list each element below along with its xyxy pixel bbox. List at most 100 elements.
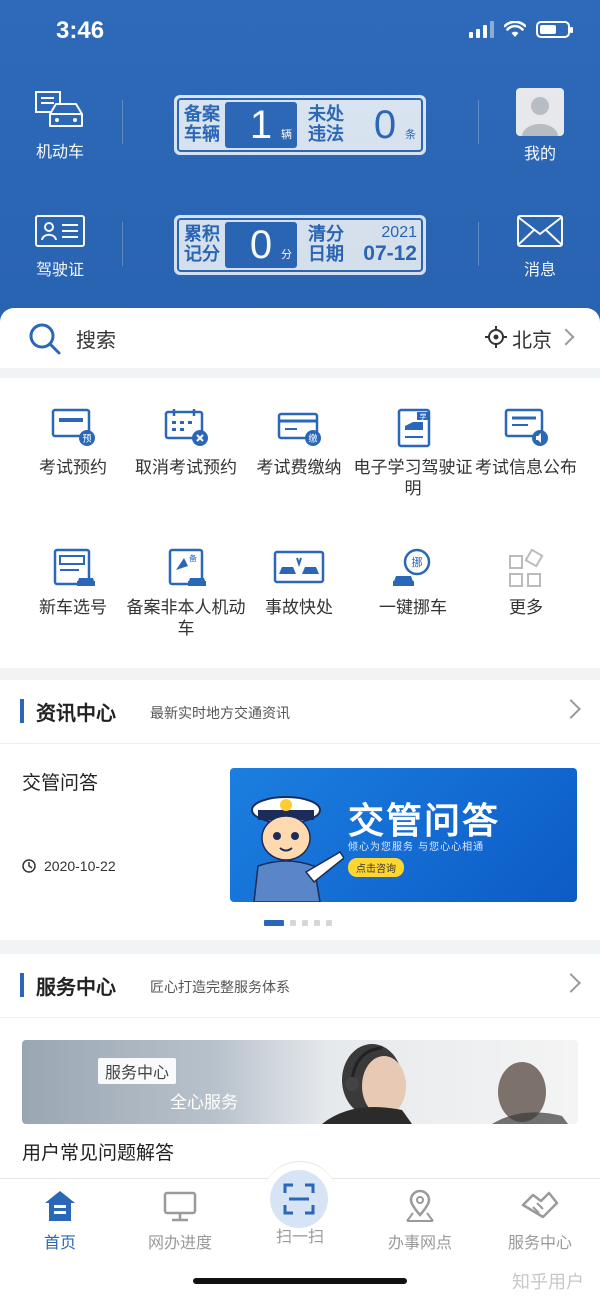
service-cancel-exam[interactable]: 取消考试预约	[126, 408, 246, 479]
vehicle-summary-plate[interactable]: 备案车辆 1 辆 未处违法 0 条	[174, 95, 426, 155]
points-value: 0	[249, 222, 273, 267]
service-label: 更多	[509, 598, 543, 618]
carousel-indicator	[264, 920, 332, 926]
tab-label: 办事网点	[387, 1233, 452, 1252]
registered-vehicles-label: 备案车辆	[184, 104, 220, 145]
scan-icon	[283, 1183, 315, 1215]
profile-label[interactable]: 我的	[500, 140, 580, 164]
status-time: 3:46	[56, 17, 105, 44]
service-e-learning[interactable]: 学 电子学习驾驶证明	[353, 408, 473, 500]
service-center-subtitle: 匠心打造完整服务体系	[150, 980, 290, 996]
home-indicator	[193, 1278, 407, 1284]
divider	[478, 222, 479, 266]
call-center-illustration-icon	[322, 1044, 568, 1124]
banner-title: 交管问答	[348, 801, 501, 842]
battery-icon	[536, 20, 573, 38]
location-icon	[485, 326, 507, 348]
service-center-header[interactable]: 服务中心 匠心打造完整服务体系	[0, 954, 600, 1018]
tab-progress[interactable]: 网办进度	[120, 1189, 240, 1253]
clear-date: 2021 07-12	[349, 224, 421, 266]
license-summary-plate[interactable]: 累积记分 0 分 清分日期 2021 07-12	[174, 215, 426, 275]
svg-text:学: 学	[420, 412, 427, 421]
svg-text:缴: 缴	[308, 433, 317, 445]
service-label: 考试预约	[39, 458, 107, 478]
service-more[interactable]: 更多	[466, 548, 586, 619]
home-icon	[45, 1191, 75, 1221]
avatar[interactable]	[516, 88, 564, 136]
search-icon	[29, 323, 61, 355]
news-item-title[interactable]: 交管问答	[22, 768, 98, 795]
tab-label: 服务中心	[507, 1233, 572, 1252]
service-banner-tag: 服务中心	[98, 1058, 177, 1084]
clear-year: 2021	[381, 224, 417, 241]
handshake-icon	[521, 1191, 559, 1219]
messages-button[interactable]: 消息	[500, 214, 580, 280]
svg-text:预: 预	[82, 434, 91, 445]
registered-count-box: 1 辆	[225, 102, 297, 148]
mail-icon	[517, 215, 563, 247]
accident-icon	[273, 550, 325, 584]
move-car-icon: 挪	[393, 548, 431, 586]
license-button[interactable]: 驾驶证	[28, 214, 92, 280]
consult-button[interactable]: 点击咨询	[348, 858, 404, 877]
exam-booking-icon: 预	[51, 408, 95, 446]
news-header[interactable]: 资讯中心 最新实时地方交通资讯	[0, 680, 600, 744]
divider	[478, 100, 479, 144]
service-move-car[interactable]: 挪 一键挪车	[353, 548, 473, 619]
banner-subtitle: 倾心为您服务 与您心心相通	[348, 842, 485, 853]
news-section: 资讯中心 最新实时地方交通资讯 交管问答 2020-10-22 交管问答 倾心为…	[0, 680, 600, 940]
violations-label: 未处违法	[308, 104, 344, 145]
search-input[interactable]: 搜索	[76, 324, 116, 353]
tab-home[interactable]: 首页	[0, 1189, 120, 1253]
tab-scan[interactable]: 扫一扫	[240, 1223, 360, 1247]
watermark: 知乎用户	[512, 1272, 584, 1293]
search-bar[interactable]: 搜索 北京	[0, 308, 600, 368]
service-exam-booking[interactable]: 预 考试预约	[13, 408, 133, 479]
divider	[122, 100, 123, 144]
svg-text:备: 备	[189, 553, 197, 563]
svg-text:挪: 挪	[412, 555, 423, 569]
faq-link[interactable]: 用户常见问题解答	[22, 1138, 174, 1165]
signal-icon	[469, 20, 494, 38]
service-label: 事故快处	[265, 598, 333, 618]
service-label: 一键挪车	[379, 598, 447, 618]
status-icons	[469, 20, 573, 38]
service-center-section: 服务中心 匠心打造完整服务体系 服务中心 全心服务 用户常见问题解答	[0, 954, 600, 1178]
news-date-text: 2020-10-22	[44, 858, 116, 874]
exam-info-icon	[504, 408, 548, 446]
service-new-plate[interactable]: 新车选号	[13, 548, 133, 619]
city-selector[interactable]: 北京	[512, 324, 552, 353]
new-plate-icon	[53, 548, 95, 586]
vehicle-button[interactable]: 机动车	[28, 90, 92, 162]
clear-month-day: 07-12	[363, 242, 417, 265]
service-label: 备案非本人机动车	[126, 598, 246, 639]
divider	[122, 222, 123, 266]
tab-service-center[interactable]: 服务中心	[480, 1189, 600, 1253]
violation-count: 0	[373, 102, 397, 147]
service-accident[interactable]: 事故快处	[239, 548, 359, 619]
clear-date-label: 清分日期	[308, 224, 344, 265]
service-center-title: 服务中心	[36, 975, 116, 999]
clock-icon	[22, 859, 36, 873]
registered-unit: 辆	[281, 128, 292, 141]
service-exam-fee[interactable]: 缴 考试费缴纳	[239, 408, 359, 479]
monitor-icon	[163, 1191, 197, 1222]
messages-label: 消息	[523, 260, 556, 279]
news-title: 资讯中心	[36, 701, 116, 725]
tab-label: 网办进度	[147, 1233, 212, 1252]
cancel-exam-icon	[164, 409, 208, 446]
service-register-vehicle[interactable]: 备 备案非本人机动车	[126, 548, 246, 640]
car-icon	[35, 91, 83, 127]
chevron-right-icon	[561, 973, 581, 993]
news-banner[interactable]: 交管问答 倾心为您服务 与您心心相通 点击咨询	[230, 768, 577, 902]
news-subtitle: 最新实时地方交通资讯	[150, 706, 290, 722]
service-banner[interactable]: 服务中心 全心服务	[22, 1040, 578, 1124]
header: 3:46 机动车 备案车辆 1 辆 未处违法 0 条 我的 驾驶证 累积记分 0…	[0, 0, 600, 330]
service-label: 取消考试预约	[135, 458, 237, 478]
service-exam-info[interactable]: 考试信息公布	[466, 408, 586, 479]
wifi-icon	[504, 20, 526, 37]
tab-service-points[interactable]: 办事网点	[360, 1189, 480, 1253]
service-banner-text: 全心服务	[170, 1093, 238, 1113]
registered-count: 1	[249, 102, 273, 147]
user-icon	[522, 97, 558, 136]
